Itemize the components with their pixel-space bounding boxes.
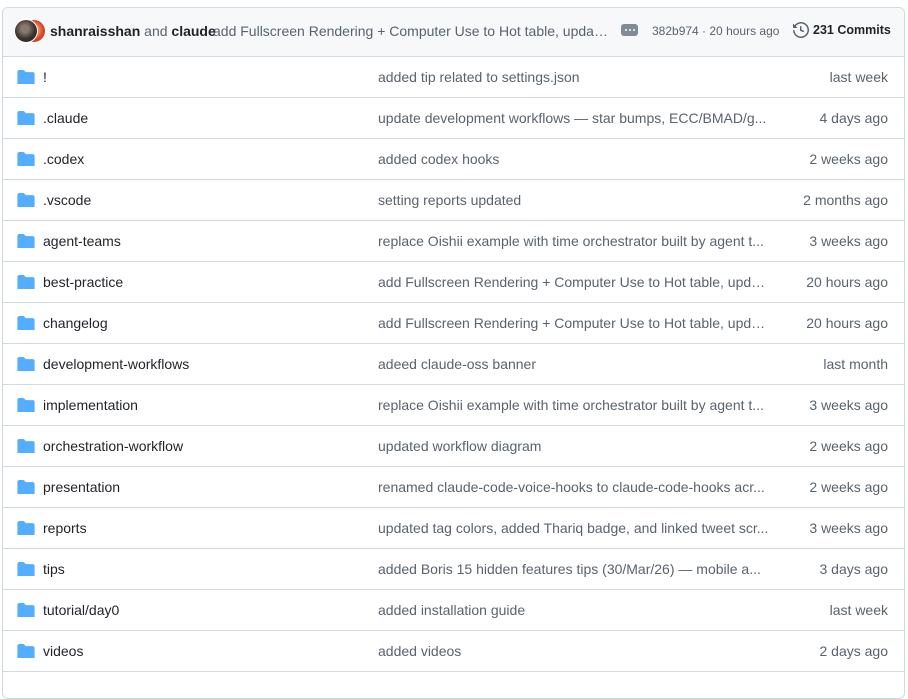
folder-icon bbox=[17, 193, 35, 209]
file-list: shanraisshan and claude add Fullscreen R… bbox=[2, 7, 905, 699]
commit-age[interactable]: 2 days ago bbox=[820, 643, 889, 659]
table-row: agent-teams replace Oishii example with t… bbox=[3, 221, 904, 262]
commit-message-link[interactable]: update development workflows — star bump… bbox=[378, 110, 769, 126]
table-row: .claude update development workflows — st… bbox=[3, 98, 904, 139]
commit-age[interactable]: 3 weeks ago bbox=[809, 397, 888, 413]
folder-link[interactable]: changelog bbox=[43, 315, 108, 331]
dot-icon bbox=[632, 29, 635, 31]
commit-message-link[interactable]: updated workflow diagram bbox=[378, 438, 769, 454]
folder-link[interactable]: .claude bbox=[43, 110, 88, 126]
table-row: presentation renamed claude-code-voice-ho… bbox=[3, 467, 904, 508]
table-row: tips added Boris 15 hidden features tips … bbox=[3, 549, 904, 590]
author-link[interactable]: claude bbox=[171, 23, 215, 39]
commit-message-link[interactable]: setting reports updated bbox=[378, 192, 769, 208]
commit-message-link[interactable]: added codex hooks bbox=[378, 151, 769, 167]
table-row: reports updated tag colors, added Thariq … bbox=[3, 508, 904, 549]
folder-icon bbox=[17, 480, 35, 496]
folder-icon bbox=[17, 152, 35, 168]
folder-icon bbox=[17, 234, 35, 250]
commit-message-link[interactable]: adeed claude-oss banner bbox=[378, 356, 769, 372]
commit-age[interactable]: 20 hours ago bbox=[806, 315, 888, 331]
table-row: .vscode setting reports updated 2 months a… bbox=[3, 180, 904, 221]
folder-link[interactable]: best-practice bbox=[43, 274, 123, 290]
author-avatars[interactable] bbox=[14, 19, 46, 43]
commit-message-link[interactable]: added installation guide bbox=[378, 602, 769, 618]
table-row: .codex added codex hooks 2 weeks ago bbox=[3, 139, 904, 180]
table-row: orchestration-workflow updated workflow d… bbox=[3, 426, 904, 467]
folder-icon bbox=[17, 316, 35, 332]
commit-sha-time[interactable]: 382b974 · 20 hours ago bbox=[652, 24, 779, 38]
folder-link[interactable]: agent-teams bbox=[43, 233, 121, 249]
commits-count: 231 Commits bbox=[813, 23, 891, 37]
commit-age[interactable]: last week bbox=[830, 602, 888, 618]
folder-icon bbox=[17, 357, 35, 373]
commit-message-link[interactable]: added videos bbox=[378, 643, 769, 659]
commit-message-link[interactable]: updated tag colors, added Thariq badge, … bbox=[378, 520, 769, 536]
commit-age[interactable]: 2 weeks ago bbox=[809, 479, 888, 495]
avatar[interactable] bbox=[14, 19, 38, 43]
folder-link[interactable]: .vscode bbox=[43, 192, 91, 208]
table-row: tutorial/day0 added installation guide las… bbox=[3, 590, 904, 631]
folder-icon bbox=[17, 521, 35, 537]
commit-age[interactable]: 3 days ago bbox=[820, 561, 889, 577]
commit-age[interactable]: 2 months ago bbox=[803, 192, 888, 208]
commit-age[interactable]: 2 weeks ago bbox=[809, 151, 888, 167]
latest-commit-bar: shanraisshan and claude add Fullscreen R… bbox=[3, 8, 904, 57]
commit-message-link[interactable]: replace Oishii example with time orchest… bbox=[378, 233, 769, 249]
table-row: ! added tip related to settings.json last … bbox=[3, 57, 904, 98]
folder-link[interactable]: .codex bbox=[43, 151, 84, 167]
commit-age[interactable]: 3 weeks ago bbox=[809, 233, 888, 249]
commit-age[interactable]: last week bbox=[830, 69, 888, 85]
dot-icon bbox=[628, 29, 631, 31]
folder-link[interactable]: development-workflows bbox=[43, 356, 189, 372]
history-icon bbox=[793, 22, 809, 38]
dot-icon bbox=[624, 29, 627, 31]
commit-age[interactable]: 2 weeks ago bbox=[809, 438, 888, 454]
folder-icon bbox=[17, 70, 35, 86]
commits-link[interactable]: 231 Commits bbox=[793, 22, 891, 38]
commit-age[interactable]: 4 days ago bbox=[820, 110, 889, 126]
commit-age[interactable]: 20 hours ago bbox=[806, 274, 888, 290]
commit-message-link[interactable]: add Fullscreen Rendering + Computer Use … bbox=[378, 274, 769, 290]
folder-link[interactable]: presentation bbox=[43, 479, 120, 495]
commit-message-link[interactable]: renamed claude-code-voice-hooks to claud… bbox=[378, 479, 769, 495]
commit-age[interactable]: last month bbox=[823, 356, 888, 372]
table-row: changelog add Fullscreen Rendering + Comp… bbox=[3, 303, 904, 344]
folder-link[interactable]: videos bbox=[43, 643, 83, 659]
folder-link[interactable]: orchestration-workflow bbox=[43, 438, 183, 454]
folder-link[interactable]: implementation bbox=[43, 397, 138, 413]
latest-commit-message[interactable]: add Fullscreen Rendering + Computer Use … bbox=[213, 23, 609, 39]
folder-icon bbox=[17, 603, 35, 619]
table-row: implementation replace Oishii example wit… bbox=[3, 385, 904, 426]
folder-icon bbox=[17, 644, 35, 660]
commit-message-link[interactable]: added Boris 15 hidden features tips (30/… bbox=[378, 561, 769, 577]
table-row: best-practice add Fullscreen Rendering + … bbox=[3, 262, 904, 303]
table-row: videos added videos 2 days ago bbox=[3, 631, 904, 672]
folder-icon bbox=[17, 562, 35, 578]
author-link[interactable]: shanraisshan bbox=[50, 23, 140, 39]
directory-rows: ! added tip related to settings.json last … bbox=[3, 57, 904, 672]
folder-link[interactable]: tips bbox=[43, 561, 65, 577]
folder-icon bbox=[17, 275, 35, 291]
commit-authors: shanraisshan and claude bbox=[50, 23, 216, 39]
table-row: development-workflows adeed claude-oss ba… bbox=[3, 344, 904, 385]
commit-age[interactable]: 3 weeks ago bbox=[809, 520, 888, 536]
authors-conjunction: and bbox=[144, 23, 168, 39]
commit-message-link[interactable]: replace Oishii example with time orchest… bbox=[378, 397, 769, 413]
folder-icon bbox=[17, 111, 35, 127]
commit-message-link[interactable]: add Fullscreen Rendering + Computer Use … bbox=[378, 315, 769, 331]
folder-link[interactable]: reports bbox=[43, 520, 87, 536]
folder-link[interactable]: tutorial/day0 bbox=[43, 602, 119, 618]
folder-link[interactable]: ! bbox=[43, 69, 47, 85]
commit-message-link[interactable]: added tip related to settings.json bbox=[378, 69, 769, 85]
folder-icon bbox=[17, 398, 35, 414]
expand-commit-message-button[interactable] bbox=[621, 24, 638, 36]
folder-icon bbox=[17, 439, 35, 455]
